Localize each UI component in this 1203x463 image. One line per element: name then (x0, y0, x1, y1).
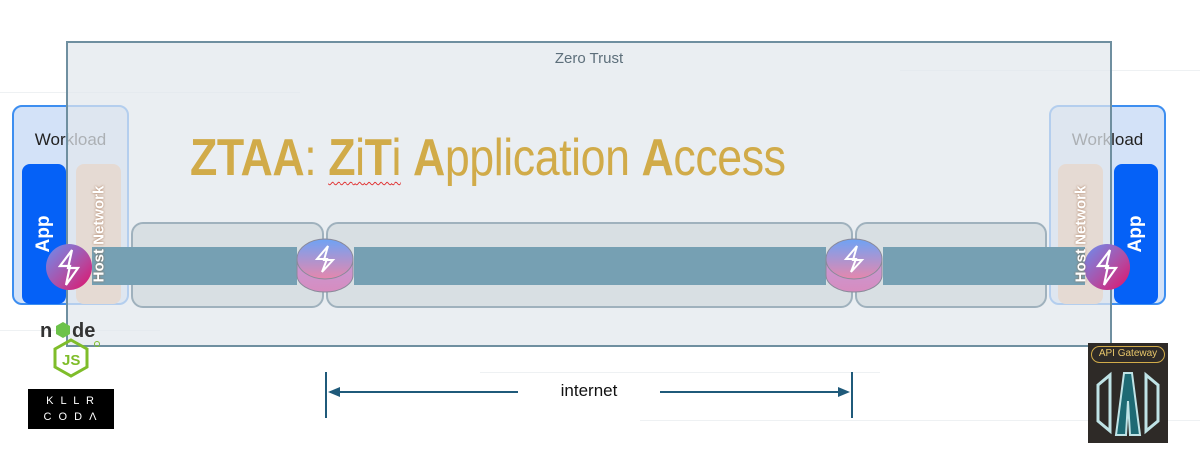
svg-text:n: n (40, 320, 53, 342)
api-gateway-label: API Gateway (1091, 346, 1165, 363)
svg-text:JS: JS (62, 352, 80, 369)
killercoda-logo-line1: K L L R (46, 395, 96, 407)
internet-label: internet (560, 381, 618, 400)
nodejs-logo: n de JS (40, 320, 100, 378)
ziti-router-icon (296, 238, 354, 293)
host-network-label: Host Network (1072, 185, 1089, 283)
host-network-label: Host Network (90, 185, 107, 283)
killercoda-logo: K L L R C O D Λ (28, 389, 114, 429)
api-gateway-emblem-icon (1096, 371, 1160, 436)
api-gateway-logo: API Gateway (1088, 343, 1168, 443)
ziti-endpoint-icon (1084, 244, 1130, 290)
ziti-router-icon (825, 238, 883, 293)
ziti-endpoint-icon (46, 244, 92, 290)
svg-text:de: de (72, 320, 95, 342)
killercoda-logo-line2: C O D Λ (43, 411, 99, 423)
